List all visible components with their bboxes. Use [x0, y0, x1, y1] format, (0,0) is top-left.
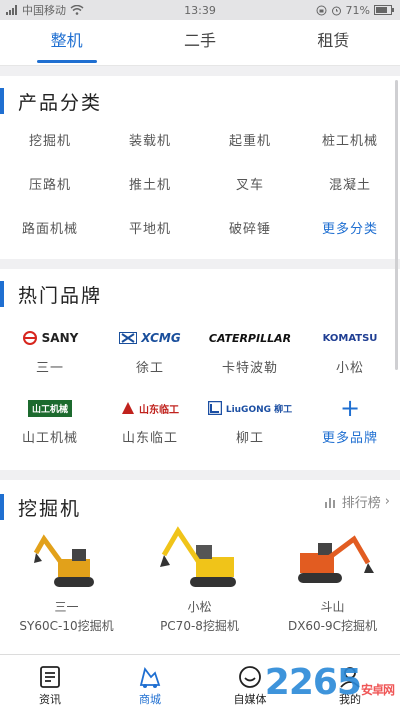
- tab-second-hand[interactable]: 二手: [133, 20, 266, 65]
- category-item[interactable]: 混凝土: [300, 164, 400, 208]
- brand-item-caterpillar[interactable]: CATERPILLAR 卡特波勒: [200, 323, 300, 393]
- excavator-title: 挖掘机: [18, 497, 82, 520]
- liugong-logo-text: LiuGONG 柳工: [225, 404, 293, 415]
- product-card[interactable]: 三一 SY60C-10挖掘机: [0, 520, 133, 634]
- brand-item-xcmg[interactable]: XCMG 徐工: [100, 323, 200, 393]
- category-item[interactable]: 装载机: [100, 120, 200, 164]
- product-model: PC70-8挖掘机: [160, 619, 239, 633]
- lock-rotation-icon: [316, 5, 327, 15]
- category-item[interactable]: 平地机: [100, 208, 200, 252]
- tab-whole-machine[interactable]: 整机: [0, 20, 133, 65]
- plus-icon: +: [339, 394, 361, 422]
- brand-item-komatsu[interactable]: KOMATSU 小松: [300, 323, 400, 393]
- excavator-image: [0, 520, 133, 596]
- status-bar: 中国移动 13:39 71%: [0, 0, 400, 20]
- shangong-logo: 山工机械: [0, 393, 100, 423]
- brand-item-sany[interactable]: SANY 三一: [0, 323, 100, 393]
- alarm-icon: [331, 6, 341, 15]
- brand-item-liugong[interactable]: LiuGONG 柳工 柳工: [200, 393, 300, 463]
- more-brands-link[interactable]: + 更多品牌: [300, 393, 400, 463]
- brand-name: 徐工: [135, 361, 164, 376]
- category-grid: 挖掘机 装载机 起重机 桩工机械 压路机 推土机 叉车 混凝土 路面机械 平地机…: [0, 120, 400, 252]
- product-card[interactable]: 斗山 DX60-9C挖掘机: [266, 520, 399, 634]
- product-model: DX60-9C挖掘机: [287, 619, 378, 633]
- nav-mall[interactable]: 商城: [100, 655, 200, 711]
- category-title: 产品分类: [18, 91, 103, 114]
- media-icon: [239, 666, 261, 688]
- battery-percent: 71%: [345, 3, 370, 17]
- sdlg-logo: 山东临工: [100, 393, 200, 423]
- ranking-label: 排行榜: [341, 496, 381, 511]
- brand-item-shangong[interactable]: 山工机械 山工机械: [0, 393, 100, 463]
- brand-name: 三一: [35, 361, 64, 376]
- xcmg-logo-text: XCMG: [141, 331, 181, 345]
- news-icon: [40, 666, 60, 688]
- excavator-image: [133, 520, 266, 596]
- komatsu-logo: KOMATSU: [300, 323, 400, 353]
- liugong-logo: LiuGONG 柳工: [200, 393, 300, 423]
- category-header: 产品分类: [0, 86, 102, 116]
- section-accent-bar: [0, 281, 4, 307]
- brand-item-sdlg[interactable]: 山东临工 山东临工: [100, 393, 200, 463]
- top-tabs: 整机 二手 租赁: [0, 20, 400, 66]
- section-accent-bar: [0, 494, 4, 520]
- tab-rental[interactable]: 租赁: [267, 20, 400, 65]
- excavator-section: 挖掘机 排行榜 › 三一 SY60C-10挖掘机 小松 PC70-8挖掘机 斗山…: [0, 480, 400, 654]
- sany-logo: SANY: [0, 323, 100, 353]
- product-brand: 小松: [187, 600, 212, 614]
- battery-icon: [374, 5, 394, 15]
- bar-chart-icon: [324, 497, 335, 508]
- more-brands-label: 更多品牌: [321, 431, 378, 446]
- ranking-link[interactable]: 排行榜 ›: [324, 492, 390, 511]
- excavator-header: 挖掘机: [0, 492, 81, 522]
- nav-label: 商城: [139, 693, 161, 706]
- product-brand: 斗山: [320, 600, 345, 614]
- excavator-product-list: 三一 SY60C-10挖掘机 小松 PC70-8挖掘机 斗山 DX60-9C挖掘…: [0, 520, 400, 634]
- category-item[interactable]: 叉车: [200, 164, 300, 208]
- brand-grid: SANY 三一 XCMG 徐工 CATERPILLAR 卡特波勒 KOMATSU…: [0, 323, 400, 463]
- site-watermark: 2265安卓网: [264, 662, 395, 703]
- excavator-image: [266, 520, 399, 596]
- xcmg-logo: XCMG: [100, 323, 200, 353]
- category-item[interactable]: 路面机械: [0, 208, 100, 252]
- category-item[interactable]: 破碎锤: [200, 208, 300, 252]
- status-time: 13:39: [184, 3, 216, 17]
- shangong-logo-text: 山工机械: [27, 399, 72, 417]
- more-categories-link[interactable]: 更多分类: [300, 208, 400, 252]
- caterpillar-logo: CATERPILLAR: [200, 323, 300, 353]
- sdlg-logo-text: 山东临工: [139, 404, 179, 416]
- watermark-text: 2265: [264, 662, 362, 703]
- brand-name: 山东临工: [121, 431, 178, 446]
- sany-logo-text: SANY: [41, 331, 79, 345]
- nav-label: 资讯: [39, 693, 61, 706]
- mall-icon: [139, 666, 161, 688]
- brand-name: 卡特波勒: [221, 361, 278, 376]
- category-item[interactable]: 挖掘机: [0, 120, 100, 164]
- product-card[interactable]: 小松 PC70-8挖掘机: [133, 520, 266, 634]
- carrier-label: 中国移动: [22, 4, 66, 17]
- komatsu-logo-text: KOMATSU: [322, 332, 378, 344]
- scrollbar[interactable]: [395, 80, 398, 370]
- category-item[interactable]: 压路机: [0, 164, 100, 208]
- brand-name: 小松: [335, 361, 364, 376]
- brand-section: 热门品牌 SANY 三一 XCMG 徐工 CATERPILLAR 卡特波勒 KO…: [0, 269, 400, 470]
- product-model: SY60C-10挖掘机: [19, 619, 114, 633]
- watermark-sub: 安卓网: [360, 683, 395, 697]
- brand-header: 热门品牌: [0, 279, 102, 309]
- brand-name: 山工机械: [21, 431, 78, 446]
- brand-name: 柳工: [235, 431, 264, 446]
- section-accent-bar: [0, 88, 4, 114]
- category-item[interactable]: 起重机: [200, 120, 300, 164]
- caterpillar-logo-text: CATERPILLAR: [208, 331, 292, 345]
- category-item[interactable]: 桩工机械: [300, 120, 400, 164]
- wifi-icon: [70, 5, 84, 15]
- brand-title: 热门品牌: [18, 284, 103, 307]
- product-brand: 三一: [54, 600, 79, 614]
- signal-icon: [6, 5, 17, 15]
- category-item[interactable]: 推土机: [100, 164, 200, 208]
- category-section: 产品分类 挖掘机 装载机 起重机 桩工机械 压路机 推土机 叉车 混凝土 路面机…: [0, 76, 400, 259]
- chevron-right-icon: ›: [384, 494, 390, 509]
- nav-news[interactable]: 资讯: [0, 655, 100, 711]
